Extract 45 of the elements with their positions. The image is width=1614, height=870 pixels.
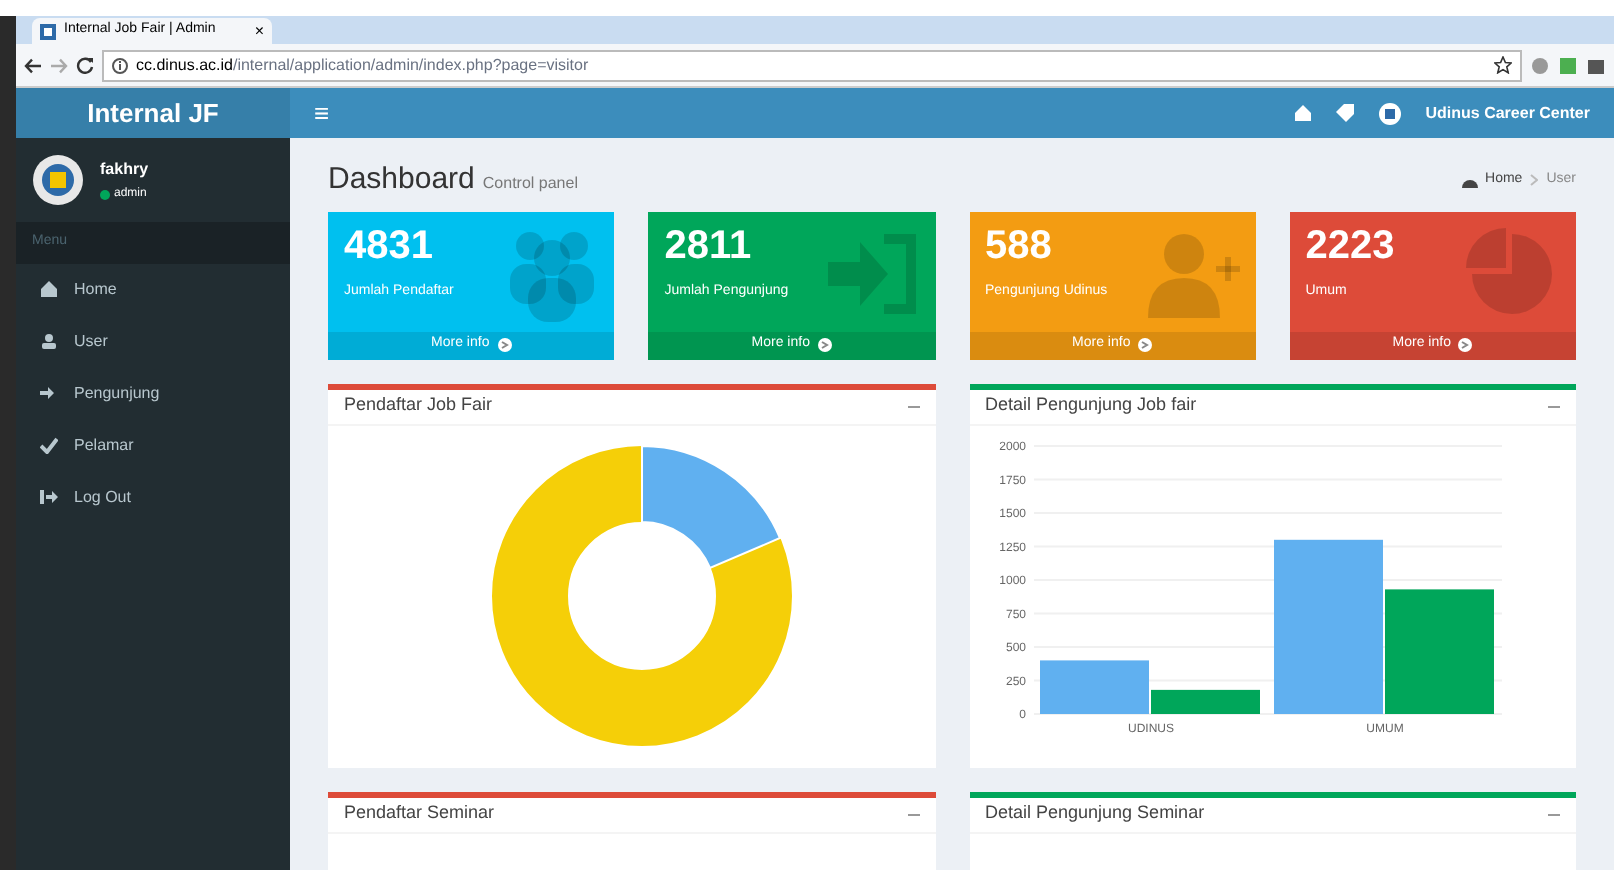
users-icon [40,332,58,350]
panel-title: Detail Pengunjung Seminar [985,800,1205,827]
panel-title: Pendaftar Job Fair [344,392,493,419]
menu-toggle[interactable]: ≡ [314,93,330,133]
avatar-icon [32,154,84,206]
reload-icon[interactable] [76,56,94,74]
home-icon[interactable] [1293,104,1312,122]
url-host: cc.dinus.ac.id [136,53,233,77]
home-icon [40,280,58,298]
arrow-circle-icon [497,338,512,352]
sidebar-item[interactable]: Log Out [16,471,290,523]
org-name[interactable]: Udinus Career Center [1425,101,1590,125]
sign-in-icon [40,384,58,402]
stat-value: 588 [985,221,1054,269]
panel-title: Pendaftar Seminar [344,800,495,827]
tag-icon[interactable] [1335,104,1354,122]
forward-icon[interactable] [50,57,68,73]
sidebar-item[interactable]: Home [16,263,290,315]
stat-value: 4831 [344,221,435,269]
logo-icon[interactable] [1377,101,1402,125]
sidebar-item[interactable]: User [16,315,290,367]
user-name: fakhry [100,157,149,181]
page-title: Dashboard [328,160,475,200]
back-icon[interactable] [24,57,42,73]
info-icon [112,57,128,73]
online-dot-icon [100,189,110,199]
panel-title: Detail Pengunjung Job fair [985,392,1197,419]
chevron-icon [1530,174,1539,187]
arrow-circle-icon [1458,338,1473,352]
bar [1384,588,1493,713]
arrow-circle-icon [1138,338,1153,352]
address-bar[interactable]: cc.dinus.ac.id/internal/application/admin/index.php?page=visitor [102,49,1522,81]
tab-close[interactable]: × [254,19,264,43]
sidebar-item[interactable]: Pengunjung [16,367,290,419]
url-path: /internal/application/admin/index.php?page=visitor [232,53,589,77]
check-icon [40,436,58,454]
log-out-icon [40,488,58,506]
stat-value: 2223 [1305,221,1395,269]
page-subtitle: Control panel [482,172,578,197]
star-icon[interactable] [1494,56,1512,74]
sidebar-item[interactable]: Pelamar [16,419,290,471]
stat-value: 2811 [664,221,754,269]
arrow-circle-icon [817,338,832,352]
brand-logo[interactable]: Internal JF [16,88,290,138]
page-icon [40,23,56,39]
